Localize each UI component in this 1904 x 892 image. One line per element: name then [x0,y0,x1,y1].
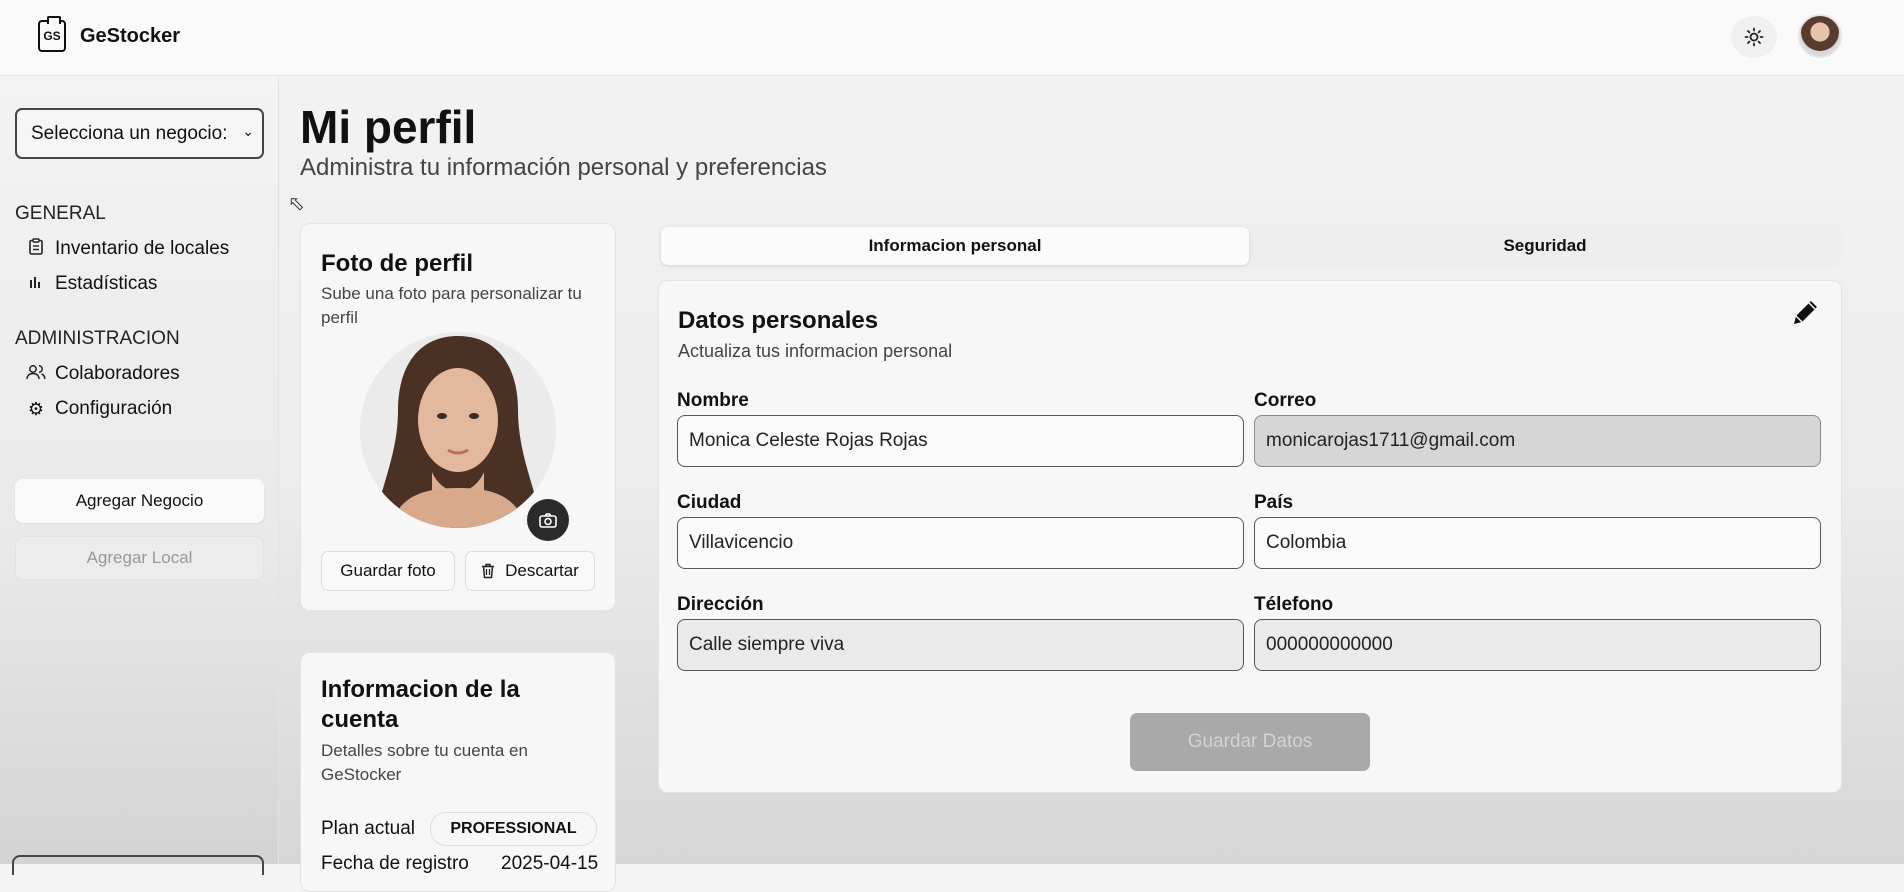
account-info-card: Informacion de la cuenta Detalles sobre … [300,652,616,892]
direccion-label: Dirección [677,594,764,615]
registration-value: 2025-04-15 [501,853,599,874]
correo-label: Correo [1254,390,1317,411]
page-subtitle: Administra tu información personal y pre… [300,154,827,181]
theme-toggle-button[interactable] [1731,16,1777,58]
mouse-cursor-icon: ⬁ [288,193,305,215]
top-bar: GS GeStocker [0,0,1904,76]
profile-photo-image [360,332,556,528]
save-photo-button[interactable]: Guardar foto [321,551,455,591]
pencil-icon [1794,301,1817,324]
sidebar-item-label: Colaboradores [55,363,180,384]
clipboard-icon [25,238,47,260]
section-general: GENERAL [15,203,106,224]
sidebar-item-inventario[interactable]: Inventario de locales [25,238,229,260]
nombre-label: Nombre [677,390,749,411]
photo-card-title: Foto de perfil [321,250,473,277]
plan-badge: PROFESSIONAL [430,812,597,846]
bar-chart-icon [25,275,47,294]
profile-photo [360,332,556,528]
users-icon [25,364,47,385]
account-card-description: Detalles sobre tu cuenta en GeStocker [321,741,528,784]
sun-icon [1744,27,1764,47]
sidebar-item-label: Estadísticas [55,273,158,294]
add-local-button[interactable]: Agregar Local [15,536,264,580]
sidebar-item-colaboradores[interactable]: Colaboradores [25,363,180,385]
correo-input[interactable]: monicarojas1711@gmail.com [1254,415,1821,467]
discard-photo-button[interactable]: Descartar [465,551,595,591]
section-administracion: ADMINISTRACION [15,328,180,349]
pais-label: País [1254,492,1294,513]
chevron-down-icon: ⌄ [242,123,254,139]
business-select-value: Selecciona un negocio: [31,122,228,144]
personal-card-title: Datos personales [678,307,879,334]
telefono-input[interactable]: 000000000000 [1254,619,1821,671]
business-select[interactable]: Selecciona un negocio: ⌄ [15,108,264,159]
logo-icon: GS [38,16,66,52]
user-avatar[interactable] [1798,14,1842,58]
pais-input[interactable]: Colombia [1254,517,1821,569]
photo-card-description: Sube una foto para personalizar tu perfi… [321,284,582,327]
app-name: GeStocker [80,25,181,47]
change-photo-button[interactable] [527,499,569,541]
save-data-button[interactable]: Guardar Datos [1130,713,1370,771]
sidebar-bottom-control[interactable] [12,855,264,875]
discard-label: Descartar [505,561,579,580]
profile-tabs: Informacion personal Seguridad [658,224,1842,268]
registration-label: Fecha de registro [321,853,469,874]
edit-button[interactable] [1790,296,1822,336]
account-card-title: Informacion de la cuenta [321,676,520,733]
ciudad-input[interactable]: Villavicencio [677,517,1244,569]
tab-informacion-personal[interactable]: Informacion personal [661,227,1249,265]
trash-icon [482,563,495,579]
tab-seguridad[interactable]: Seguridad [1251,227,1839,265]
sidebar-item-label: Inventario de locales [55,238,230,259]
plan-label: Plan actual [321,818,416,839]
add-business-button[interactable]: Agregar Negocio [15,479,264,523]
nombre-input[interactable]: Monica Celeste Rojas Rojas [677,415,1244,467]
ciudad-label: Ciudad [677,492,742,513]
gear-icon: ⚙ [27,398,45,419]
personal-card-description: Actualiza tus informacion personal [678,341,953,361]
sidebar: Selecciona un negocio: ⌄ GENERAL Inventa… [0,77,279,875]
sidebar-item-label: Configuración [55,398,173,419]
telefono-label: Télefono [1254,594,1334,615]
page-title: Mi perfil [300,101,477,153]
sidebar-item-estadisticas[interactable]: Estadísticas [25,273,157,295]
camera-icon [539,512,557,528]
direccion-input[interactable]: Calle siempre viva [677,619,1244,671]
sidebar-item-configuracion[interactable]: ⚙ Configuración [25,398,172,420]
